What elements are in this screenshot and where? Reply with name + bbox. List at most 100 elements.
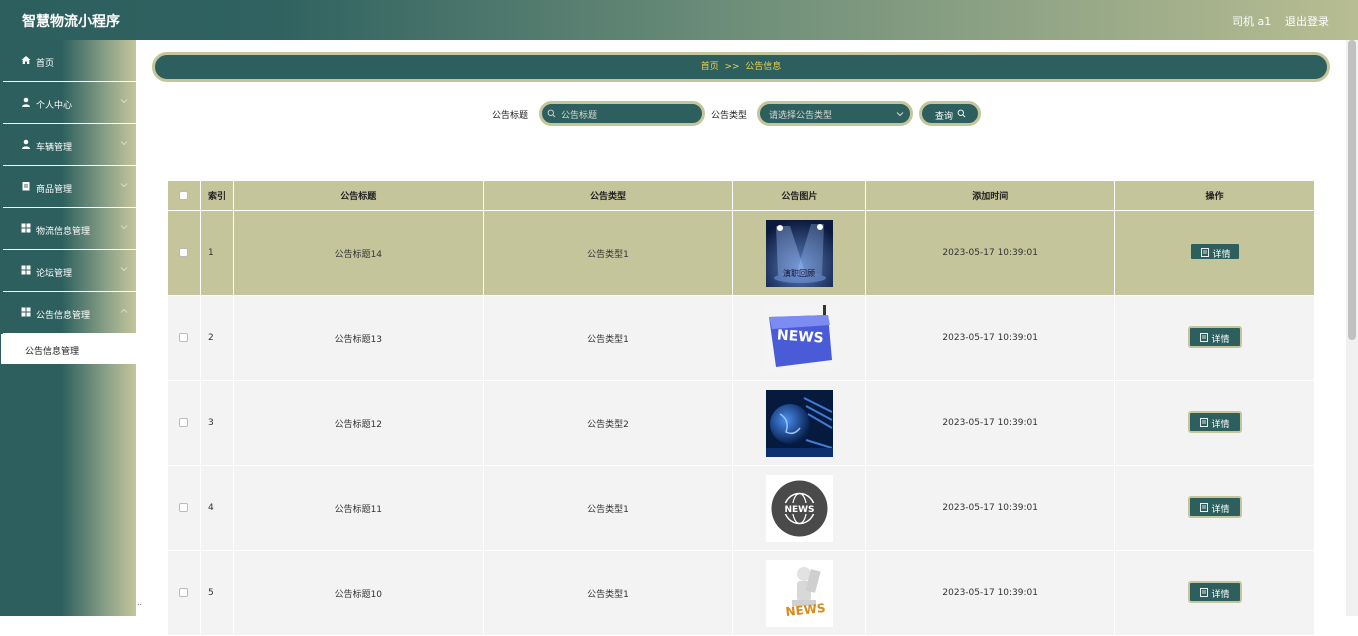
row-time: 2023-05-17 10:39:01: [865, 295, 1116, 381]
user-icon: [22, 97, 30, 107]
stage-spotlight-image: 演职回顾: [765, 219, 833, 287]
detail-button[interactable]: 详情: [1188, 242, 1241, 261]
table-row[interactable]: 4 公告标题11 公告类型1 NEWS 2023-05-17 10:39:01: [167, 465, 1315, 551]
row-time: 2023-05-17 10:39:01: [865, 380, 1116, 466]
search-icon: [957, 109, 966, 118]
chevron-up-icon: [120, 308, 128, 313]
breadcrumb-separator: >>: [724, 62, 740, 72]
detail-button[interactable]: 详情: [1187, 580, 1242, 603]
sidebar-item-label: 论坛管理: [36, 269, 73, 279]
scrollbar-thumb[interactable]: [1348, 40, 1356, 340]
news-globe-caption: NEWS: [784, 505, 814, 515]
sidebar-item-home[interactable]: 首页: [3, 40, 136, 82]
row-title: 公告标题13: [232, 295, 484, 381]
row-time: 2023-05-17 10:39:01: [865, 465, 1116, 551]
sidebar: 首页 个人中心 车辆管理 商品管理 物流信息管理 论坛管理 公告信息管理 公告信…: [0, 40, 136, 616]
column-header-index: 索引: [199, 180, 234, 211]
breadcrumb-current: 公告信息: [745, 62, 782, 72]
row-type: 公告类型1: [482, 465, 734, 551]
row-type: 公告类型2: [482, 380, 734, 466]
page-scrollbar[interactable]: [1346, 40, 1358, 616]
globe-image: [765, 389, 833, 457]
sidebar-item-announcements[interactable]: 公告信息管理: [3, 292, 136, 334]
search-button[interactable]: 查询: [919, 101, 981, 126]
row-checkbox[interactable]: [179, 588, 189, 597]
title-search-placeholder: 公告标题: [561, 111, 598, 121]
table-row[interactable]: 2 公告标题13 公告类型1 NEWS 2023-05-17 10:39:01: [167, 295, 1315, 381]
chevron-down-icon: [120, 225, 128, 230]
row-title: 公告标题10: [232, 550, 484, 636]
sidebar-item-label: 商品管理: [36, 185, 73, 195]
search-bar: 公告标题 公告标题 公告类型 请选择公告类型 查询: [136, 100, 1346, 128]
row-image-cell: NEWS: [732, 295, 867, 381]
detail-button[interactable]: 详情: [1187, 410, 1242, 433]
column-header-title: 公告标题: [232, 180, 484, 211]
chevron-down-icon: [120, 183, 128, 188]
row-type: 公告类型1: [482, 550, 734, 636]
document-icon: [1199, 587, 1208, 597]
row-checkbox[interactable]: [179, 503, 189, 512]
column-header-type: 公告类型: [482, 180, 734, 211]
sidebar-item-forum[interactable]: 论坛管理: [3, 250, 136, 292]
row-checkbox-cell: [167, 380, 201, 466]
news-figure-image: NEWS: [765, 559, 833, 627]
breadcrumb-home[interactable]: 首页: [701, 62, 719, 72]
top-bar: 智慧物流小程序 司机 a1 退出登录: [0, 0, 1358, 40]
column-header-action: 操作: [1114, 180, 1315, 211]
sidebar-subitem-announcement-management[interactable]: 公告信息管理: [1, 334, 136, 364]
type-filter-label: 公告类型: [711, 111, 748, 121]
clipboard-icon: [22, 182, 30, 191]
type-select-placeholder: 请选择公告类型: [769, 111, 833, 121]
logout-link[interactable]: 退出登录: [1285, 13, 1329, 29]
table-row[interactable]: 1 公告标题14 公告类型1 演职回顾 2023-05-17 10:39:01 …: [167, 210, 1315, 296]
chevron-down-icon: [120, 141, 128, 146]
breadcrumb: 首页 >> 公告信息: [152, 52, 1330, 82]
row-time: 2023-05-17 10:39:01: [865, 210, 1116, 296]
user-icon: [22, 139, 30, 149]
sidebar-item-label: 首页: [36, 59, 55, 69]
row-title: 公告标题11: [232, 465, 484, 551]
sidebar-item-label: 物流信息管理: [36, 227, 91, 237]
title-search-input[interactable]: 公告标题: [539, 101, 705, 126]
sidebar-item-goods[interactable]: 商品管理: [3, 166, 136, 208]
sidebar-item-profile[interactable]: 个人中心: [3, 82, 136, 124]
title-filter-label: 公告标题: [492, 111, 529, 121]
type-select[interactable]: 请选择公告类型: [757, 101, 913, 126]
row-index: 4: [199, 465, 234, 551]
app-title: 智慧物流小程序: [22, 14, 120, 30]
row-action-cell: 详情: [1114, 210, 1315, 296]
sidebar-item-vehicles[interactable]: 车辆管理: [3, 124, 136, 166]
row-checkbox[interactable]: [179, 418, 189, 427]
column-header-image: 公告图片: [732, 180, 867, 211]
row-image-cell: NEWS: [732, 550, 867, 636]
detail-button-label: 详情: [1211, 334, 1230, 345]
row-index: 5: [199, 550, 234, 636]
column-header-time: 添加时间: [865, 180, 1116, 211]
row-index: 1: [199, 210, 234, 296]
row-checkbox-cell: [167, 295, 201, 381]
table-row[interactable]: 5 公告标题10 公告类型1 NEWS 2023-05-17 10:39:01: [167, 550, 1315, 636]
row-checkbox-cell: [167, 465, 201, 551]
stage-image-caption: 演职回顾: [783, 268, 815, 278]
sidebar-item-label: 个人中心: [36, 101, 73, 111]
detail-button-label: 详情: [1211, 589, 1230, 600]
sidebar-item-logistics[interactable]: 物流信息管理: [3, 208, 136, 250]
home-icon: [21, 56, 31, 64]
chevron-down-icon: [120, 99, 128, 104]
chevron-down-icon: [896, 112, 904, 117]
row-checkbox[interactable]: [179, 248, 189, 257]
detail-button-label: 详情: [1211, 419, 1230, 430]
sidebar-item-label: 公告信息管理: [36, 311, 91, 321]
news-globe-circle-image: NEWS: [765, 474, 833, 542]
row-checkbox[interactable]: [179, 333, 189, 342]
detail-button[interactable]: 详情: [1187, 325, 1242, 348]
table-header-row: 索引 公告标题 公告类型 公告图片 添加时间 操作: [167, 180, 1315, 211]
search-button-label: 查询: [935, 112, 954, 122]
row-image-cell: NEWS: [732, 465, 867, 551]
detail-button[interactable]: 详情: [1187, 495, 1242, 518]
table-row[interactable]: 3 公告标题12 公告类型2 2023-05-17 10:39:01 详情: [167, 380, 1315, 466]
row-action-cell: 详情: [1114, 380, 1315, 466]
row-image-cell: [732, 380, 867, 466]
select-all-checkbox[interactable]: [179, 190, 189, 200]
current-user: 司机 a1: [1232, 15, 1272, 28]
